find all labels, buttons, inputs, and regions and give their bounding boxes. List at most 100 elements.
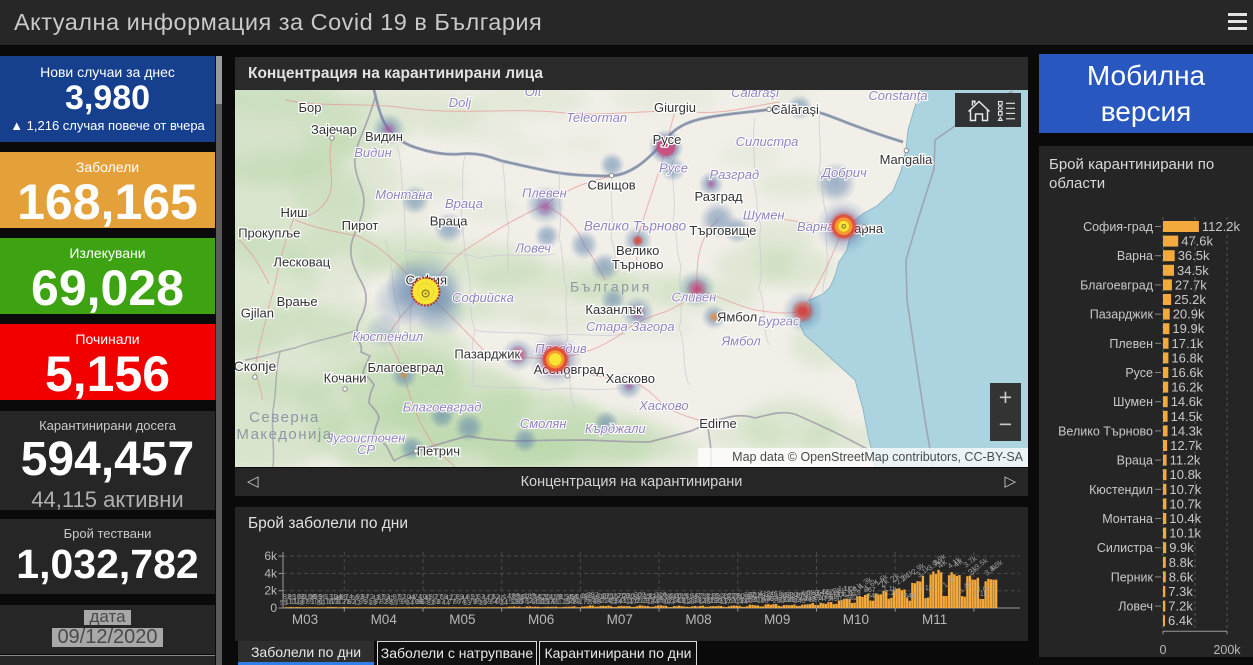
- svg-text:Кюстендил: Кюстендил: [1089, 483, 1153, 497]
- svg-text:Велико Търново: Велико Търново: [1058, 424, 1153, 438]
- svg-text:Търговище: Търговище: [689, 223, 756, 238]
- svg-text:7.3k: 7.3k: [1168, 584, 1193, 599]
- svg-text:20.9k: 20.9k: [1173, 307, 1205, 322]
- svg-text:България: България: [570, 279, 652, 295]
- svg-text:Constanţa: Constanţa: [868, 90, 927, 103]
- svg-text:Călăraşi: Călăraşi: [731, 90, 780, 100]
- svg-text:СР: СР: [357, 442, 375, 457]
- svg-text:16.8k: 16.8k: [1171, 350, 1203, 365]
- svg-text:Прокупље: Прокупље: [238, 226, 300, 241]
- svg-text:Свищов: Свищов: [587, 177, 635, 192]
- svg-text:0: 0: [270, 601, 277, 615]
- svg-text:25.2k: 25.2k: [1174, 292, 1206, 307]
- svg-text:Благоевград: Благоевград: [403, 400, 482, 415]
- svg-text:10.7k: 10.7k: [1169, 496, 1201, 511]
- svg-text:Кюстендил: Кюстендил: [352, 329, 424, 344]
- svg-text:Лесковац: Лесковац: [273, 255, 330, 270]
- svg-text:10.4k: 10.4k: [1169, 511, 1201, 526]
- svg-text:0: 0: [1160, 643, 1167, 657]
- svg-text:Giurgiu: Giurgiu: [654, 100, 696, 115]
- svg-text:Ловеч: Ловеч: [514, 240, 551, 255]
- svg-text:Казанлък: Казанлък: [585, 302, 642, 317]
- svg-text:Călăraşi: Călăraşi: [771, 102, 819, 117]
- svg-text:Велико Търново: Велико Търново: [584, 219, 687, 234]
- svg-text:Ниш: Ниш: [280, 205, 307, 220]
- svg-text:14.3k: 14.3k: [1171, 423, 1203, 438]
- svg-text:1.2k: 1.2k: [885, 590, 899, 597]
- svg-text:112.2k: 112.2k: [1202, 219, 1241, 234]
- svg-text:Пирот: Пирот: [342, 218, 379, 233]
- svg-text:Бор: Бор: [299, 100, 322, 115]
- svg-text:Петрич: Петрич: [417, 444, 460, 459]
- svg-text:M08: M08: [685, 612, 711, 627]
- svg-text:Mangalia: Mangalia: [880, 152, 934, 167]
- svg-text:Софийска: Софийска: [452, 290, 514, 305]
- svg-text:Видин: Видин: [354, 145, 391, 160]
- svg-text:Видин: Видин: [365, 129, 403, 144]
- svg-text:Силистра: Силистра: [736, 134, 799, 149]
- svg-text:M04: M04: [371, 612, 398, 627]
- svg-text:Враца: Враца: [430, 214, 469, 229]
- svg-text:Кочани: Кочани: [324, 371, 367, 386]
- svg-text:6k: 6k: [264, 549, 278, 563]
- svg-text:Търново: Търново: [612, 257, 664, 272]
- svg-text:Монтана: Монтана: [375, 187, 433, 202]
- svg-text:Северна: Северна: [249, 409, 320, 426]
- svg-text:Врање: Врање: [277, 294, 318, 309]
- svg-text:Сливен: Сливен: [671, 290, 716, 305]
- svg-text:19.9k: 19.9k: [1172, 321, 1204, 336]
- svg-text:9.9k: 9.9k: [1169, 540, 1194, 555]
- svg-text:34.5k: 34.5k: [1177, 263, 1209, 278]
- svg-text:Teleorman: Teleorman: [566, 110, 627, 125]
- svg-text:Разград: Разград: [695, 189, 743, 204]
- svg-text:Пазарджик: Пазарджик: [454, 347, 520, 362]
- svg-text:16.2k: 16.2k: [1171, 380, 1203, 395]
- svg-text:Благоевград: Благоевград: [1080, 278, 1154, 292]
- svg-text:Хасково: Хасково: [606, 371, 655, 386]
- svg-text:10.8k: 10.8k: [1170, 467, 1202, 482]
- svg-text:3.3k: 3.3k: [988, 558, 1005, 574]
- svg-text:Скопје: Скопје: [235, 358, 276, 374]
- svg-text:Разград: Разград: [709, 167, 759, 182]
- svg-text:M07: M07: [607, 612, 633, 627]
- svg-text:200k: 200k: [1213, 643, 1241, 657]
- svg-text:Македонија: Македонија: [236, 426, 332, 443]
- svg-text:Ямбол: Ямбол: [717, 310, 757, 325]
- svg-text:Стара Загора: Стара Загора: [586, 319, 675, 334]
- svg-text:8.8k: 8.8k: [1169, 555, 1194, 570]
- svg-text:Враца: Враца: [445, 196, 483, 211]
- svg-text:M06: M06: [528, 612, 554, 627]
- svg-text:M10: M10: [843, 612, 869, 627]
- svg-text:17.1k: 17.1k: [1172, 336, 1204, 351]
- svg-text:M11: M11: [922, 612, 947, 627]
- svg-text:Перник: Перник: [1111, 570, 1154, 584]
- svg-text:Зајечар: Зајечар: [311, 122, 357, 137]
- svg-text:Велико: Велико: [616, 243, 659, 258]
- svg-text:2k: 2k: [264, 584, 278, 598]
- svg-text:1.1k: 1.1k: [919, 585, 933, 592]
- svg-text:Враца: Враца: [1117, 454, 1153, 468]
- svg-text:Ямбол: Ямбол: [720, 334, 761, 349]
- svg-text:Добрич: Добрич: [820, 165, 867, 180]
- svg-text:Хасково: Хасково: [638, 398, 689, 413]
- svg-text:Кърджали: Кърджали: [585, 421, 646, 436]
- svg-text:Dolj: Dolj: [449, 95, 473, 110]
- svg-text:8.6k: 8.6k: [1169, 569, 1194, 584]
- svg-text:Пазарджик: Пазарджик: [1090, 308, 1154, 322]
- svg-text:София-град: София-град: [1083, 220, 1154, 234]
- svg-text:Благоевград: Благоевград: [367, 360, 443, 375]
- svg-text:Смолян: Смолян: [520, 416, 567, 431]
- svg-text:845: 845: [867, 593, 879, 600]
- svg-text:12.7k: 12.7k: [1170, 438, 1202, 453]
- svg-text:Olt: Olt: [525, 90, 543, 99]
- svg-text:1.0k: 1.0k: [977, 586, 991, 593]
- svg-text:Русе: Русе: [653, 132, 682, 147]
- svg-text:Edirne: Edirne: [699, 416, 737, 431]
- svg-text:14.6k: 14.6k: [1171, 394, 1203, 409]
- svg-text:Бургас: Бургас: [758, 313, 800, 328]
- svg-text:27.7k: 27.7k: [1175, 277, 1207, 292]
- svg-text:Русе: Русе: [1125, 366, 1153, 380]
- svg-text:Шумен: Шумен: [1113, 395, 1153, 409]
- svg-text:844: 844: [904, 593, 916, 600]
- svg-text:M03: M03: [292, 612, 318, 627]
